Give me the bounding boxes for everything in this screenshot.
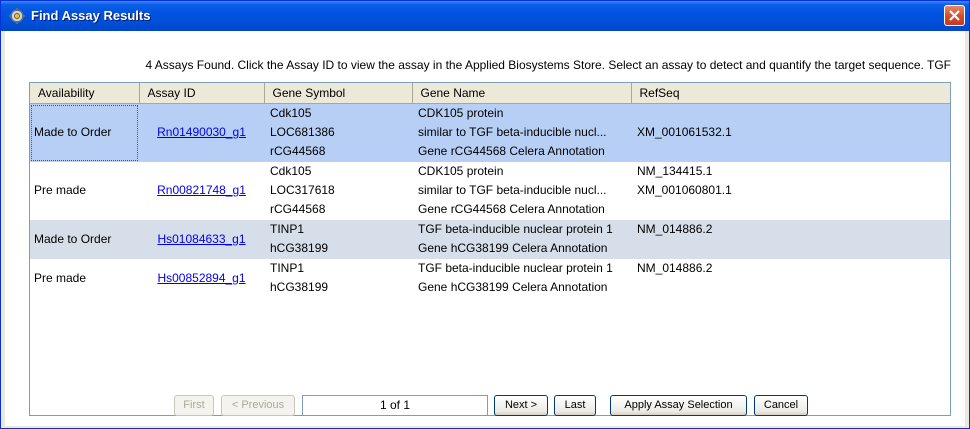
column-header-gene-name[interactable]: Gene Name xyxy=(412,83,632,104)
gene-symbol: hCG38199 xyxy=(270,279,329,294)
assay-id-cell: Hs00852894_g1 xyxy=(139,259,264,298)
last-page-button[interactable]: Last xyxy=(554,395,596,416)
gene-symbol-cell: TINP1 hCG38199 xyxy=(264,259,412,298)
gear-icon xyxy=(9,8,25,24)
gene-name: Gene rCG44568 Celera Annotation xyxy=(418,201,605,216)
next-page-button[interactable]: Next > xyxy=(494,395,548,416)
gene-name-cell: CDK105 protein similar to TGF beta-induc… xyxy=(412,104,631,162)
assay-id-link[interactable]: Hs01084633_g1 xyxy=(157,232,245,246)
availability-cell: Pre made xyxy=(34,270,87,285)
column-header-refseq[interactable]: RefSeq xyxy=(631,83,950,104)
refseq-cell: NM_134415.1 XM_001060801.1 xyxy=(631,162,950,220)
refseq: XM_001060801.1 xyxy=(637,182,732,197)
page-indicator-field[interactable]: 1 of 1 xyxy=(302,395,488,416)
refseq-cell: NM_014886.2 xyxy=(631,220,950,259)
previous-page-button[interactable]: < Previous xyxy=(221,395,295,416)
gene-name: Gene rCG44568 Celera Annotation xyxy=(418,144,605,158)
availability-cell: Pre made xyxy=(34,183,87,197)
gene-symbol: TINP1 xyxy=(270,221,305,236)
assay-id-cell: Rn00821748_g1 xyxy=(139,162,264,220)
availability-cell: Made to Order xyxy=(30,104,139,162)
gene-name: similar to TGF beta-inducible nucl... xyxy=(418,125,607,139)
gene-name: TGF beta-inducible nuclear protein 1 xyxy=(418,221,613,236)
assay-id-link[interactable]: Rn00821748_g1 xyxy=(157,183,246,197)
gene-symbol: rCG44568 xyxy=(270,201,326,216)
cancel-button[interactable]: Cancel xyxy=(754,395,808,416)
refseq: NM_134415.1 xyxy=(637,163,713,178)
close-button[interactable] xyxy=(944,5,965,26)
gene-name: Gene hCG38199 Celera Annotation xyxy=(418,240,608,255)
table-row[interactable]: Pre made Rn00821748_g1 Cdk105 LOC317618 … xyxy=(30,161,950,220)
gene-symbol-cell: TINP1 hCG38199 xyxy=(264,220,412,259)
dialog-content: 4 Assays Found. Click the Assay ID to vi… xyxy=(5,31,965,426)
refseq xyxy=(637,200,950,219)
refseq-cell: NM_014886.2 xyxy=(631,259,950,298)
assay-id-link[interactable]: Hs00852894_g1 xyxy=(157,271,245,285)
gene-symbol-cell: Cdk105 LOC681386 rCG44568 xyxy=(264,104,412,162)
table-header-row: Availability Assay ID Gene Symbol Gene N… xyxy=(30,83,950,104)
gene-symbol: LOC317618 xyxy=(270,182,335,197)
refseq xyxy=(637,239,950,258)
gene-name-cell: TGF beta-inducible nuclear protein 1 Gen… xyxy=(412,259,631,298)
gene-name-cell: CDK105 protein similar to TGF beta-induc… xyxy=(412,162,631,220)
gene-name: CDK105 protein xyxy=(418,163,504,178)
gene-symbol: LOC681386 xyxy=(270,125,335,139)
apply-assay-selection-button[interactable]: Apply Assay Selection xyxy=(610,395,747,416)
gene-symbol: TINP1 xyxy=(270,260,305,275)
results-table: Availability Assay ID Gene Symbol Gene N… xyxy=(29,82,951,416)
gene-name: Gene hCG38199 Celera Annotation xyxy=(418,279,608,294)
first-page-button[interactable]: First xyxy=(174,395,214,416)
gene-symbol: hCG38199 xyxy=(270,240,329,255)
refseq: NM_014886.2 xyxy=(637,260,713,275)
close-icon xyxy=(949,10,960,21)
title-bar[interactable]: Find Assay Results xyxy=(1,1,969,31)
column-header-assay-id[interactable]: Assay ID xyxy=(139,83,265,104)
find-assay-results-dialog: Find Assay Results 4 Assays Found. Click… xyxy=(0,0,970,429)
availability-cell: Made to Order xyxy=(34,231,112,246)
refseq-cell: XM_001061532.1 xyxy=(631,104,950,162)
assay-id-cell: Hs01084633_g1 xyxy=(139,220,264,259)
column-header-gene-symbol[interactable]: Gene Symbol xyxy=(264,83,413,104)
table-row[interactable]: Made to Order Hs01084633_g1 TINP1 hCG381… xyxy=(30,219,950,259)
refseq: XM_001061532.1 xyxy=(637,125,732,139)
gene-name: TGF beta-inducible nuclear protein 1 xyxy=(418,260,613,275)
column-header-availability[interactable]: Availability xyxy=(30,83,140,104)
table-row[interactable]: Pre made Hs00852894_g1 TINP1 hCG38199 TG… xyxy=(30,258,950,298)
window-title: Find Assay Results xyxy=(31,8,151,23)
refseq xyxy=(637,278,950,297)
refseq: NM_014886.2 xyxy=(637,221,713,236)
assay-id-cell: Rn01490030_g1 xyxy=(139,104,264,162)
gene-symbol: Cdk105 xyxy=(270,163,312,178)
refseq xyxy=(637,104,950,123)
results-message: 4 Assays Found. Click the Assay ID to vi… xyxy=(145,58,951,72)
refseq xyxy=(637,142,950,161)
gene-symbol-cell: Cdk105 LOC317618 rCG44568 xyxy=(264,162,412,220)
gene-name: CDK105 protein xyxy=(418,106,504,120)
gene-name: similar to TGF beta-inducible nucl... xyxy=(418,182,607,197)
assay-id-link[interactable]: Rn01490030_g1 xyxy=(157,125,246,139)
gene-symbol: rCG44568 xyxy=(270,144,326,158)
gene-name-cell: TGF beta-inducible nuclear protein 1 Gen… xyxy=(412,220,631,259)
table-row[interactable]: Made to Order Rn01490030_g1 Cdk105 LOC68… xyxy=(30,103,950,162)
gene-symbol: Cdk105 xyxy=(270,106,312,120)
